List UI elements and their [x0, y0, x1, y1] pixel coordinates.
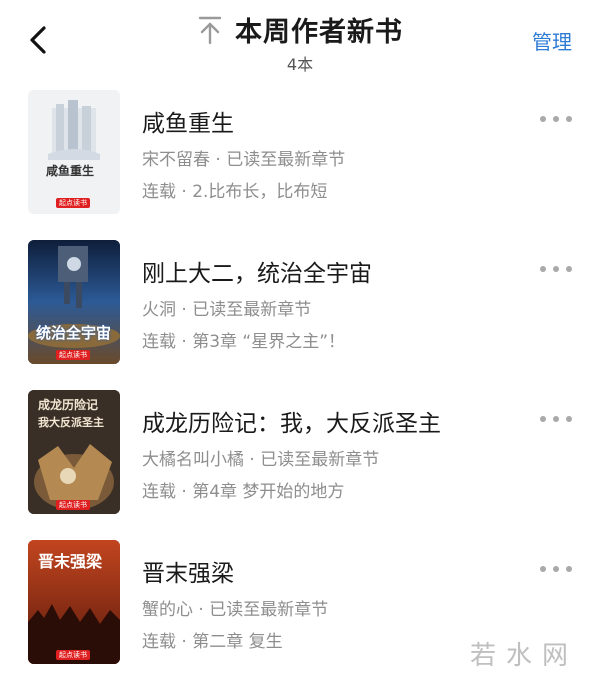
book-status-line: 连载 · 第二章 复生: [142, 632, 283, 652]
book-status-line: 连载 · 2.比布长，比布短: [142, 182, 328, 202]
more-dot-icon: [540, 266, 546, 272]
book-title[interactable]: 刚上大二，统治全宇宙: [142, 254, 372, 288]
book-cover[interactable]: 统治全宇宙 起点读书: [28, 240, 120, 364]
cover-publisher-badge: 起点读书: [56, 500, 90, 510]
more-dot-icon: [553, 266, 559, 272]
book-status-line: 连载 · 第3章 “星界之主”！: [142, 332, 346, 352]
cover-title: 统治全宇宙: [36, 324, 112, 342]
book-count: 4本: [286, 55, 314, 74]
title-block: 本周作者新书 4本: [0, 10, 600, 75]
more-dot-icon: [553, 566, 559, 572]
cover-publisher-badge: 起点读书: [56, 350, 90, 360]
cover-title-line-2: 我大反派圣主: [38, 416, 104, 429]
cover-art-illustration: [28, 90, 120, 214]
more-options-button[interactable]: [540, 262, 572, 276]
book-item[interactable]: 统治全宇宙 起点读书 刚上大二，统治全宇宙 火洞 · 已读至最新章节 连载 · …: [0, 234, 600, 384]
cover-publisher-badge: 起点读书: [56, 650, 90, 660]
book-cover[interactable]: 晋末强梁 起点读书: [28, 540, 120, 664]
book-item[interactable]: 成龙历险记 我大反派圣主 起点读书 成龙历险记：我，大反派圣主 大橘名叫小橘 ·…: [0, 384, 600, 534]
cover-publisher-badge: 起点读书: [56, 198, 90, 208]
more-dot-icon: [566, 116, 572, 122]
cover-title: 晋末强梁: [38, 552, 103, 571]
book-cover[interactable]: 成龙历险记 我大反派圣主 起点读书: [28, 390, 120, 514]
header: 本周作者新书 4本 管理: [0, 0, 600, 84]
manage-button[interactable]: 管理: [532, 26, 572, 55]
more-options-button[interactable]: [540, 412, 572, 426]
more-dot-icon: [566, 566, 572, 572]
more-dot-icon: [540, 566, 546, 572]
book-author-line: 大橘名叫小橘 · 已读至最新章节: [142, 450, 380, 470]
book-author-line: 宋不留春 · 已读至最新章节: [142, 150, 346, 170]
more-dot-icon: [566, 266, 572, 272]
book-title[interactable]: 晋末强梁: [142, 554, 234, 588]
page-title: 本周作者新书: [235, 17, 403, 48]
book-status-line: 连载 · 第4章 梦开始的地方: [142, 482, 345, 502]
book-item[interactable]: 咸鱼重生 起点读书 咸鱼重生 宋不留春 · 已读至最新章节 连载 · 2.比布长…: [0, 84, 600, 234]
book-title[interactable]: 成龙历险记：我，大反派圣主: [142, 404, 441, 438]
book-author-line: 火洞 · 已读至最新章节: [142, 300, 312, 320]
site-watermark: 若水网: [469, 641, 578, 671]
book-list-page: 本周作者新书 4本 管理 咸鱼重生 起点读书 咸鱼重生 宋不留春 · 已读至最新…: [0, 0, 600, 686]
book-cover[interactable]: 咸鱼重生 起点读书: [28, 90, 120, 214]
more-dot-icon: [540, 416, 546, 422]
cover-art-illustration: [28, 240, 120, 364]
cover-title: 咸鱼重生: [46, 164, 95, 178]
book-author-line: 蟹的心 · 已读至最新章节: [142, 600, 329, 620]
more-dot-icon: [553, 416, 559, 422]
more-dot-icon: [540, 116, 546, 122]
book-list: 咸鱼重生 起点读书 咸鱼重生 宋不留春 · 已读至最新章节 连载 · 2.比布长…: [0, 84, 600, 684]
more-dot-icon: [553, 116, 559, 122]
cover-title-line-1: 成龙历险记: [38, 398, 99, 412]
scroll-to-top-icon[interactable]: [197, 15, 223, 45]
more-dot-icon: [566, 416, 572, 422]
book-title[interactable]: 咸鱼重生: [142, 104, 234, 138]
more-options-button[interactable]: [540, 562, 572, 576]
more-options-button[interactable]: [540, 112, 572, 126]
